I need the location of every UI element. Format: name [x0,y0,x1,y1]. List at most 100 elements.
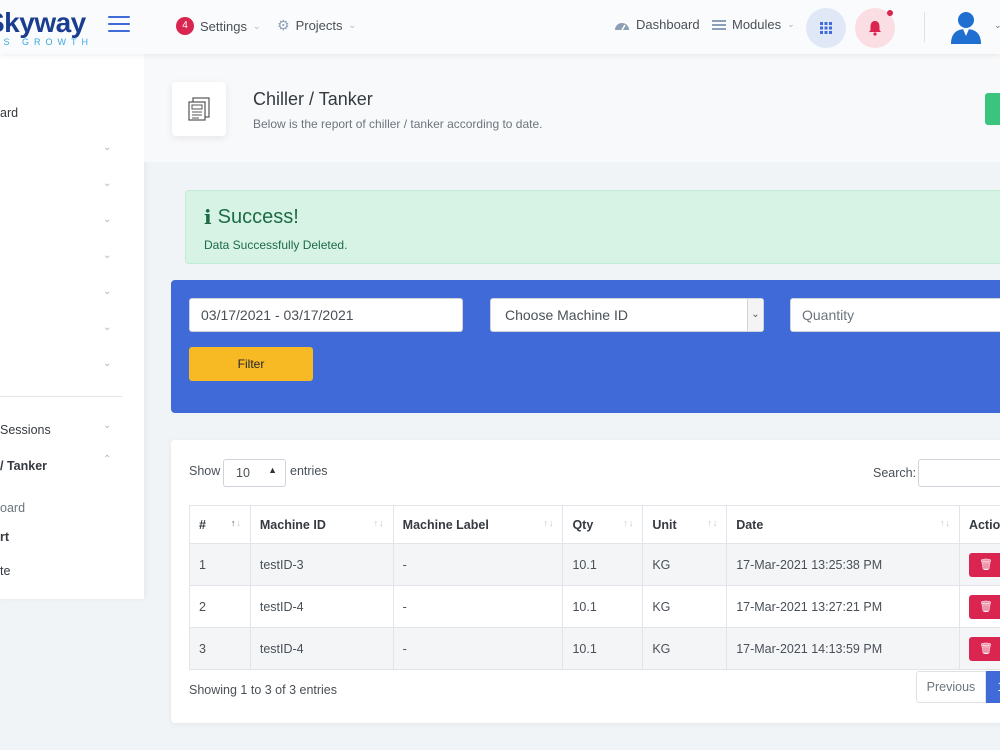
entries-value: 10 [236,466,250,480]
col-header-qty[interactable]: Qty ↑↓ [562,505,644,544]
cell-machine-id: testID-4 [249,627,394,670]
chevron-down-icon[interactable]: ⌄ [103,250,111,261]
col-header-label: Unit [652,517,677,532]
brand-name: Skyway [0,7,86,38]
date-range-input[interactable]: 03/17/2021 - 03/17/2021 [189,298,463,332]
sort-icon: ↑↓ [939,518,951,528]
sidebar-subitem-report[interactable]: rt [0,530,144,544]
settings-badge: 4 [176,17,194,35]
cell-action: 🗑 [958,543,1000,586]
entries-label: entries [290,464,328,478]
page-1-button[interactable]: 1 [986,671,1000,703]
chevron-down-icon[interactable]: ⌄ [994,20,1000,31]
sidebar-subitem-dashboard[interactable]: oard [0,501,144,515]
machine-id-select[interactable]: Choose Machine ID ⌄ [490,298,764,332]
chevron-down-icon[interactable]: ⌄ [103,286,111,297]
cell-machine-id: testID-3 [249,543,394,586]
sidebar: ard ⌄ ⌄ ⌄ ⌄ ⌄ ⌄ ⌄ Sessions ⌄ / Tanker ⌃ … [0,54,144,599]
info-icon: i [204,205,212,229]
alert-message: Data Successfully Deleted. [204,238,348,252]
list-icon [712,19,726,30]
chevron-down-icon: ⌄ [348,20,357,30]
sidebar-item-chiller-tanker[interactable]: / Tanker [0,459,144,473]
dashboard-link[interactable]: Dashboard [614,17,700,32]
settings-label: Settings [200,18,247,34]
chevron-down-icon[interactable]: ⌄ [103,142,111,153]
show-label: Show [189,464,221,478]
delete-button[interactable]: 🗑 [968,594,1000,619]
chevron-down-icon[interactable]: ⌄ [103,322,111,333]
sidebar-item-label: rt [0,530,10,544]
dashboard-label: Dashboard [636,17,700,32]
cell-unit: KG [642,543,728,586]
table-row: 2 testID-4 - 10.1 KG 17-Mar-2021 13:27:2… [189,585,1000,628]
page-icon [172,82,226,136]
alert-title-row: i Success! [204,205,299,229]
sidebar-divider [0,396,122,397]
sidebar-item-label: Sessions [0,423,51,437]
cell-number: 1 [189,543,251,586]
sort-icon: ↑↓ [623,518,635,528]
cell-date: 17-Mar-2021 14:13:59 PM [726,627,960,670]
col-header-unit[interactable]: Unit ↑↓ [642,505,728,544]
table-info: Showing 1 to 3 of 3 entries [189,683,338,697]
apps-grid-button[interactable] [806,8,846,48]
col-header-machine-label[interactable]: Machine Label ↑↓ [392,505,564,544]
brand-logo[interactable]: Skyway IS GROWTH [0,4,100,50]
delete-button[interactable]: 🗑 [968,636,1000,661]
delete-button[interactable]: 🗑 [968,552,1000,577]
bell-icon [869,21,881,36]
chevron-down-icon: ⌄ [747,299,763,331]
col-header-machine-id[interactable]: Machine ID ↑↓ [249,505,394,544]
modules-menu[interactable]: Modules ⌄ [712,17,795,32]
col-header-number[interactable]: # ↑↓ [189,505,251,544]
sidebar-item-label: te [0,564,11,578]
projects-menu[interactable]: ⚙ Projects ⌄ [277,17,356,34]
menu-toggle-icon[interactable] [108,16,130,34]
col-header-label: Actio [968,517,1000,532]
cell-action: 🗑 [958,585,1000,628]
modules-label: Modules [732,17,782,32]
table-row: 1 testID-3 - 10.1 KG 17-Mar-2021 13:25:3… [189,543,1000,586]
cell-number: 3 [189,627,251,670]
trash-icon: 🗑 [978,558,993,571]
col-header-label: # [199,517,206,532]
filter-button[interactable]: Filter [189,347,313,381]
cell-qty: 10.1 [562,627,644,670]
notifications-button[interactable] [855,8,895,48]
sidebar-item-sessions[interactable]: Sessions [0,423,144,437]
alert-title: Success! [217,205,299,228]
action-button[interactable] [985,93,1000,125]
cell-unit: KG [642,627,728,670]
brand-tagline: IS GROWTH [0,37,93,47]
settings-menu[interactable]: 4 Settings ⌄ [176,17,261,35]
chevron-down-icon[interactable]: ⌄ [103,214,111,225]
sidebar-item-dashboard[interactable]: ard [0,106,144,120]
entries-select[interactable]: 10 ▲ [223,459,286,487]
grid-icon [820,22,832,34]
table-header-row: # ↑↓ Machine ID ↑↓ Machine Label ↑↓ Qty ↑↓ U… [189,505,1000,544]
trash-icon: 🗑 [978,600,993,613]
sort-icon: ↑↓ [373,518,385,528]
sidebar-item-label: / Tanker [0,459,48,473]
sort-icon: ↑↓ [230,518,242,528]
user-avatar[interactable] [949,9,983,45]
cell-date: 17-Mar-2021 13:25:38 PM [726,543,960,586]
chevron-down-icon[interactable]: ⌄ [103,178,111,189]
sidebar-subitem-create[interactable]: te [0,564,144,578]
search-input[interactable] [918,459,1000,487]
table-row: 3 testID-4 - 10.1 KG 17-Mar-2021 14:13:5… [189,627,1000,670]
quantity-input[interactable]: Quantity [790,298,1000,332]
cell-action: 🗑 [958,627,1000,670]
chevron-down-icon[interactable]: ⌄ [103,358,111,369]
page-subtitle: Below is the report of chiller / tanker … [253,117,543,131]
chevron-down-icon[interactable]: ⌄ [103,420,111,431]
page-title: Chiller / Tanker [253,89,373,109]
cell-qty: 10.1 [562,585,644,628]
chevron-down-icon: ⌄ [787,19,795,29]
col-header-date[interactable]: Date ↑↓ [726,505,960,544]
col-header-label: Date [736,517,764,532]
chevron-up-icon[interactable]: ⌃ [103,454,111,465]
chevron-down-icon: ⌄ [252,20,261,31]
previous-page-button[interactable]: Previous [916,671,986,703]
